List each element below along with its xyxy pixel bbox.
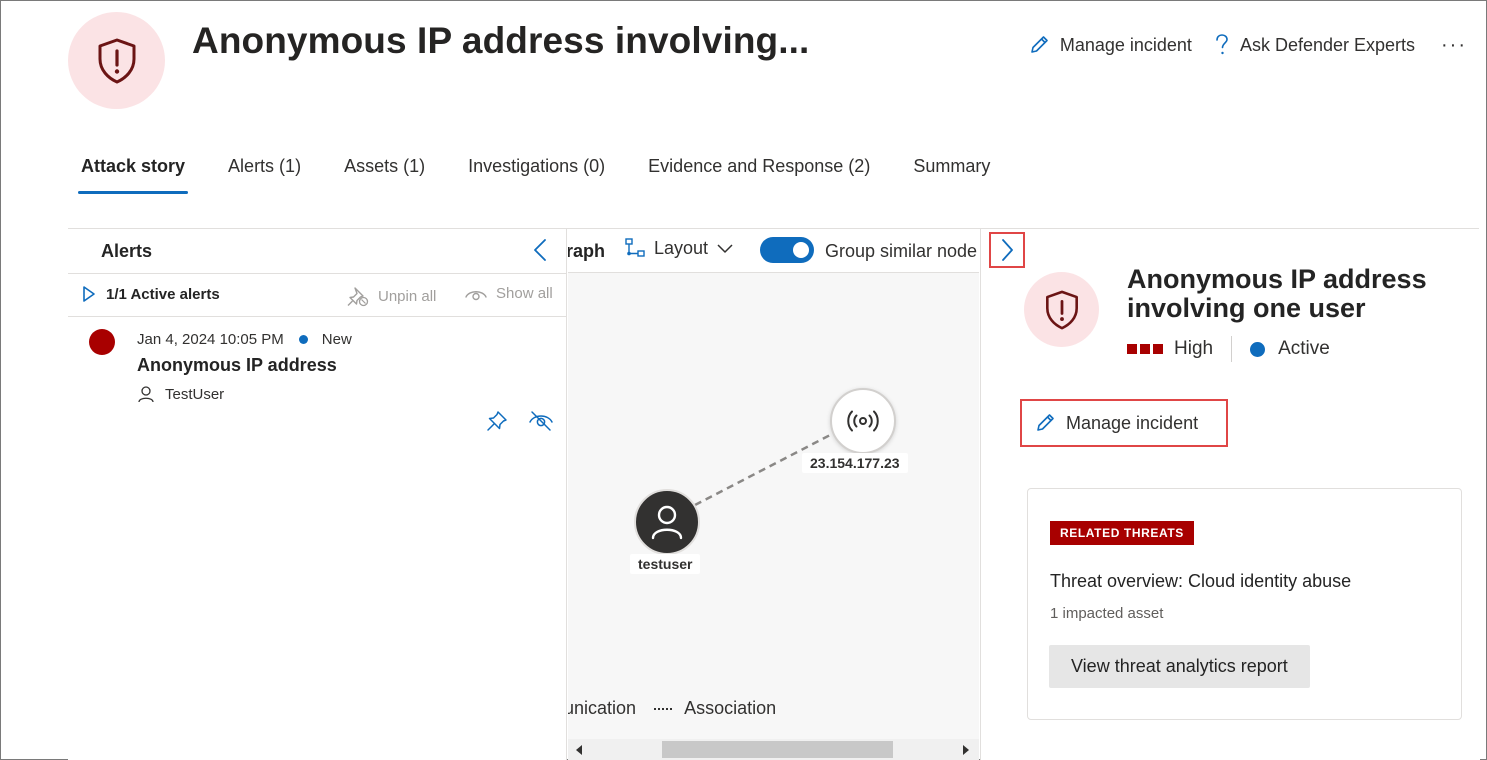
alerts-toolbar: 1/1 Active alerts Unpin all Show all [68, 273, 567, 317]
scroll-left-arrow-icon[interactable] [576, 745, 582, 755]
manage-incident-button[interactable]: Manage incident [1028, 34, 1192, 56]
ip-address-label: 23.154.177.23 [802, 453, 908, 473]
incident-details-panel: Anonymous IP address involving one user … [980, 229, 1480, 760]
unpin-all-button[interactable]: Unpin all [346, 285, 436, 307]
more-options-button[interactable]: ··· [1441, 35, 1467, 55]
unpin-all-label: Unpin all [378, 287, 437, 305]
pin-icon [487, 411, 507, 431]
hide-alert-button[interactable] [528, 409, 554, 438]
question-mark-icon [1216, 34, 1228, 55]
status-dot-icon [1250, 341, 1266, 357]
eye-icon [465, 290, 487, 300]
alert-user: TestUser [137, 385, 224, 403]
graph-edges [694, 431, 835, 507]
ask-experts-label: Ask Defender Experts [1239, 34, 1416, 55]
incident-icon [1024, 272, 1099, 347]
legend-association: Association [684, 698, 777, 718]
status-label: Active [1278, 338, 1330, 359]
tab-attack-story[interactable]: Attack story [78, 152, 189, 194]
threat-impact: 1 impacted asset [1050, 605, 1164, 622]
page-title: Anonymous IP address involving... [192, 20, 810, 61]
pencil-icon [1031, 36, 1048, 53]
expand-panel-button[interactable] [989, 232, 1025, 268]
shield-alert-icon [98, 38, 135, 83]
scrollbar-thumb[interactable] [662, 741, 893, 758]
shield-alert-icon [1045, 290, 1078, 329]
threat-name: Threat overview: Cloud identity abuse [1050, 571, 1352, 591]
user-node[interactable] [634, 489, 700, 555]
person-icon [138, 386, 154, 403]
active-alerts-label: 1/1 Active alerts [106, 285, 220, 303]
manage-incident-label: Manage incident [1059, 34, 1192, 55]
incident-icon [68, 12, 165, 109]
alert-status: New [321, 331, 352, 348]
pencil-icon [1037, 414, 1054, 431]
tab-bar: Attack story Alerts (1) Assets (1) Inves… [78, 152, 1030, 194]
scroll-right-arrow-icon[interactable] [963, 745, 969, 755]
tab-assets[interactable]: Assets (1) [341, 152, 428, 194]
incident-status-row: High Active [1127, 336, 1330, 362]
active-alerts-toggle[interactable]: 1/1 Active alerts [82, 285, 220, 303]
alert-list-item[interactable]: Jan 4, 2024 10:05 PM New Anonymous IP ad… [68, 325, 567, 445]
related-threats-badge: RELATED THREATS [1050, 521, 1194, 545]
chevron-right-icon [1002, 239, 1013, 261]
alert-meta: Jan 4, 2024 10:05 PM New [137, 331, 352, 348]
legend-communication: unication [568, 698, 637, 718]
header-actions: Manage incident Ask Defender Experts ··· [1006, 28, 1467, 62]
alert-title: Anonymous IP address [137, 355, 337, 375]
collapse-alerts-button[interactable] [530, 238, 552, 262]
ask-defender-experts-button[interactable]: Ask Defender Experts [1214, 33, 1415, 57]
graph-horizontal-scrollbar[interactable] [568, 739, 979, 760]
tab-investigations[interactable]: Investigations (0) [465, 152, 608, 194]
severity-bars-icon [1127, 344, 1163, 354]
alerts-panel: Alerts 1/1 Active alerts Unpin all Show … [68, 229, 567, 760]
manage-incident-label: Manage incident [1066, 412, 1199, 433]
pin-alert-button[interactable] [485, 409, 509, 438]
manage-incident-button[interactable]: Manage incident [1020, 399, 1228, 447]
play-triangle-icon [83, 286, 95, 302]
tab-alerts[interactable]: Alerts (1) [225, 152, 304, 194]
ip-address-node[interactable] [830, 388, 896, 454]
incident-graph[interactable]: raph Layout Group similar node 23.154.17… [568, 229, 979, 760]
related-threats-card: RELATED THREATS Threat overview: Cloud i… [1027, 488, 1462, 720]
chevron-left-icon [534, 239, 546, 261]
alert-user-name: TestUser [165, 385, 225, 403]
broadcast-icon [847, 410, 879, 432]
status-divider [1231, 336, 1233, 362]
alert-date: Jan 4, 2024 10:05 PM [137, 331, 284, 348]
alerts-panel-title: Alerts [101, 241, 153, 261]
unpin-icon [347, 287, 369, 307]
show-all-button[interactable]: Show all [464, 285, 553, 302]
incident-title: Anonymous IP address involving one user [1127, 264, 1427, 323]
status-dot-icon [298, 335, 308, 344]
legend-dotted-line [654, 707, 673, 710]
severity-indicator [89, 329, 115, 355]
graph-legend: unication Association [568, 698, 776, 719]
person-icon [651, 505, 683, 540]
show-all-label: Show all [496, 285, 553, 302]
view-threat-analytics-button[interactable]: View threat analytics report [1049, 645, 1310, 688]
eye-off-icon [529, 411, 553, 431]
severity-label: High [1174, 338, 1214, 359]
user-label: testuser [630, 554, 701, 574]
tab-evidence-and-response[interactable]: Evidence and Response (2) [645, 152, 873, 194]
tab-summary[interactable]: Summary [910, 152, 993, 194]
